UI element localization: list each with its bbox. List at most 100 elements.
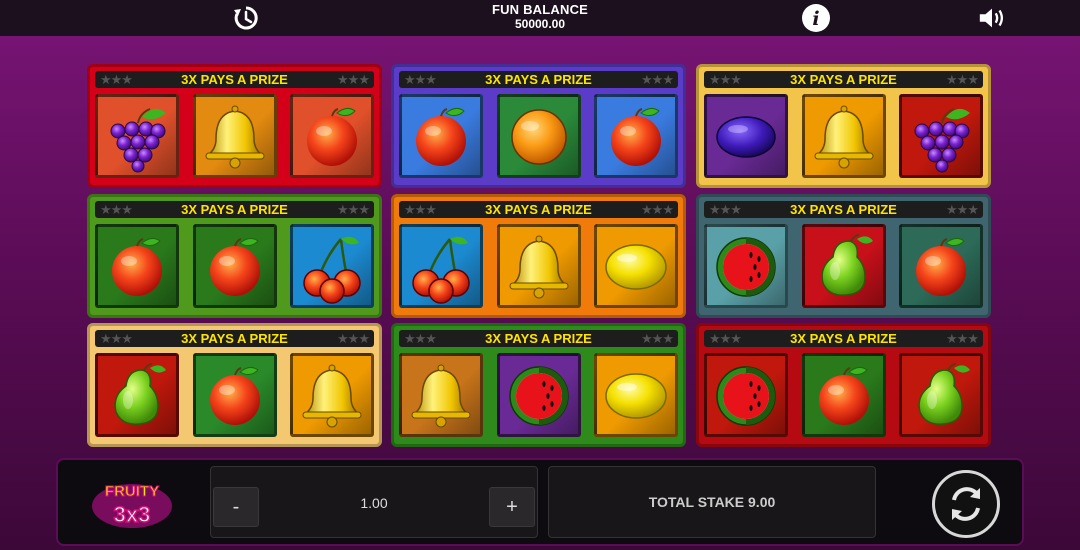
ticket-card[interactable]: ★★★ 3X PAYS A PRIZE ★★★ [87,64,382,188]
card-header: ★★★ 3X PAYS A PRIZE ★★★ [399,71,678,88]
bell-icon [509,235,568,299]
symbol-cell[interactable] [801,224,886,308]
grapes-icon [914,108,970,173]
ticket-card[interactable]: ★★★ 3X PAYS A PRIZE ★★★ [696,194,991,318]
card-cells [399,224,678,310]
bell-icon [411,364,471,428]
fruity-3x3-logo: FRUITY 3x3 [84,476,180,532]
card-cells [95,353,374,439]
card-header: ★★★ 3X PAYS A PRIZE ★★★ [399,201,678,218]
ticket-card[interactable]: ★★★ 3X PAYS A PRIZE ★★★ [391,64,686,188]
stars-right-icon: ★★★ [337,330,370,346]
watermelon-icon [716,237,776,297]
symbol-cell[interactable] [290,94,374,178]
symbol-cell[interactable] [95,224,179,308]
lemon-icon [605,373,667,419]
symbol-cell[interactable] [192,224,277,308]
symbol-cell[interactable] [704,224,788,308]
card-header: ★★★ 3X PAYS A PRIZE ★★★ [704,330,983,347]
card-header: ★★★ 3X PAYS A PRIZE ★★★ [95,201,374,218]
balance-value: 50000.00 [514,17,566,31]
stars-right-icon: ★★★ [641,71,674,87]
stars-left-icon: ★★★ [709,71,742,87]
cherries-icon [303,236,361,304]
plum-icon [716,116,776,158]
symbol-cell[interactable] [290,353,374,437]
card-title: 3X PAYS A PRIZE [485,331,592,346]
card-header: ★★★ 3X PAYS A PRIZE ★★★ [704,201,983,218]
symbol-cell[interactable] [399,224,483,308]
symbol-cell[interactable] [704,94,788,178]
orange-red-icon [416,107,466,166]
ticket-card[interactable]: ★★★ 3X PAYS A PRIZE ★★★ [87,323,382,447]
symbol-cell[interactable] [704,353,788,437]
spin-button[interactable] [932,470,1000,538]
watermelon-icon [508,366,569,426]
symbol-cell[interactable] [899,353,983,437]
speaker-icon[interactable] [977,3,1007,33]
card-header: ★★★ 3X PAYS A PRIZE ★★★ [399,330,678,347]
orange-red-icon [307,107,357,166]
card-header: ★★★ 3X PAYS A PRIZE ★★★ [95,71,374,88]
symbol-cell[interactable] [496,353,581,437]
bell-icon [814,105,873,169]
symbol-cell[interactable] [496,94,581,178]
orange-red-icon [112,237,162,296]
stars-right-icon: ★★★ [641,330,674,346]
spin-icon [952,487,980,521]
orange-red-icon [611,107,661,166]
symbol-cell[interactable] [594,224,678,308]
stars-left-icon: ★★★ [709,201,742,217]
card-cells [704,353,983,439]
orange-red-icon [818,366,869,425]
symbol-cell[interactable] [192,353,277,437]
stars-right-icon: ★★★ [641,201,674,217]
ticket-card[interactable]: ★★★ 3X PAYS A PRIZE ★★★ [391,323,686,447]
pear-icon [114,363,166,425]
stars-right-icon: ★★★ [946,201,979,217]
ticket-card[interactable]: ★★★ 3X PAYS A PRIZE ★★★ [391,194,686,318]
total-stake: TOTAL STAKE 9.00 [548,466,876,538]
card-cells [399,94,678,180]
stars-right-icon: ★★★ [337,201,370,217]
symbol-cell[interactable] [95,94,179,178]
stars-left-icon: ★★★ [100,201,133,217]
card-header: ★★★ 3X PAYS A PRIZE ★★★ [704,71,983,88]
stars-left-icon: ★★★ [100,330,133,346]
card-title: 3X PAYS A PRIZE [181,72,288,87]
ticket-card[interactable]: ★★★ 3X PAYS A PRIZE ★★★ [696,64,991,188]
card-title: 3X PAYS A PRIZE [485,202,592,217]
card-cells [704,94,983,180]
stars-right-icon: ★★★ [946,71,979,87]
info-icon[interactable]: i [801,3,831,33]
symbol-cell[interactable] [594,353,678,437]
ticket-card[interactable]: ★★★ 3X PAYS A PRIZE ★★★ [87,194,382,318]
symbol-cell[interactable] [496,224,581,308]
symbol-cell[interactable] [290,224,374,308]
symbol-cell[interactable] [95,353,179,437]
card-title: 3X PAYS A PRIZE [181,202,288,217]
stars-right-icon: ★★★ [946,330,979,346]
bell-icon [205,105,264,169]
cherries-icon [412,236,470,304]
card-cells [704,224,983,310]
symbol-cell[interactable] [801,94,886,178]
pear-icon [820,234,873,296]
lemon-icon [605,244,667,290]
symbol-cell[interactable] [594,94,678,178]
symbol-cell[interactable] [899,224,983,308]
card-cells [95,94,374,180]
symbol-cell[interactable] [399,94,483,178]
svg-text:3x3: 3x3 [114,502,151,527]
symbol-cell[interactable] [192,94,277,178]
symbol-cell[interactable] [899,94,983,178]
symbol-cell[interactable] [399,353,483,437]
symbol-cell[interactable] [801,353,886,437]
card-title: 3X PAYS A PRIZE [790,202,897,217]
ticket-card[interactable]: ★★★ 3X PAYS A PRIZE ★★★ [696,323,991,447]
stake-increase-button[interactable]: + [489,487,535,527]
history-icon[interactable] [231,3,261,33]
orange-icon [510,109,567,165]
stars-left-icon: ★★★ [404,71,437,87]
card-title: 3X PAYS A PRIZE [485,72,592,87]
